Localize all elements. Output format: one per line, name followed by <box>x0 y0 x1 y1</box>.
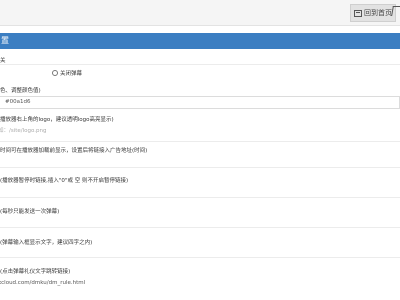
danmaku-radio-group: 关闭弹幕 <box>0 69 82 77</box>
pause-link-label: (播放器暂停时链接,插入"0"或 空 则不开启暂停链接) <box>0 178 129 184</box>
share-icon[interactable] <box>391 6 400 16</box>
danmaku-switch-label: 关 <box>0 58 6 64</box>
window-icon <box>354 9 362 17</box>
back-to-site-label: 回到首页 <box>364 9 392 17</box>
divider <box>0 257 400 258</box>
close-danmaku-radio-label: 关闭弹幕 <box>60 71 83 77</box>
logo-input[interactable]: 如：/site/logo.png <box>0 126 400 139</box>
input-hint-label: (弹幕输入框显示文字，建议四字之内) <box>0 240 93 246</box>
section-header: 置 <box>0 33 400 49</box>
divider <box>0 197 400 198</box>
etiquette-link-label: (点击弹幕礼仪文字跳转链接) <box>0 269 71 275</box>
back-to-site-button[interactable]: 回到首页 <box>350 4 396 22</box>
section-title: 置 <box>1 36 9 45</box>
close-danmaku-radio[interactable] <box>52 70 58 76</box>
color-input[interactable]: #00a1d6 <box>0 96 400 109</box>
etiquette-link-input[interactable]: xcloud.com/dmku/dm_rule.html <box>0 278 400 291</box>
top-toolbar: 回到首页 <box>0 0 400 26</box>
ad-label: 时间可在播放器加载前显示，设置后将链接入广告地址(时间) <box>0 148 148 154</box>
divider <box>0 64 400 65</box>
divider <box>0 141 400 142</box>
color-label: 色、调整颜色值) <box>0 88 41 94</box>
logo-label: 播放器右上角的logo，建议透明logo高亮显示) <box>0 117 114 123</box>
divider <box>0 227 400 228</box>
divider <box>0 167 400 168</box>
send-interval-label: (每秒只能发送一次弹幕) <box>0 209 60 215</box>
